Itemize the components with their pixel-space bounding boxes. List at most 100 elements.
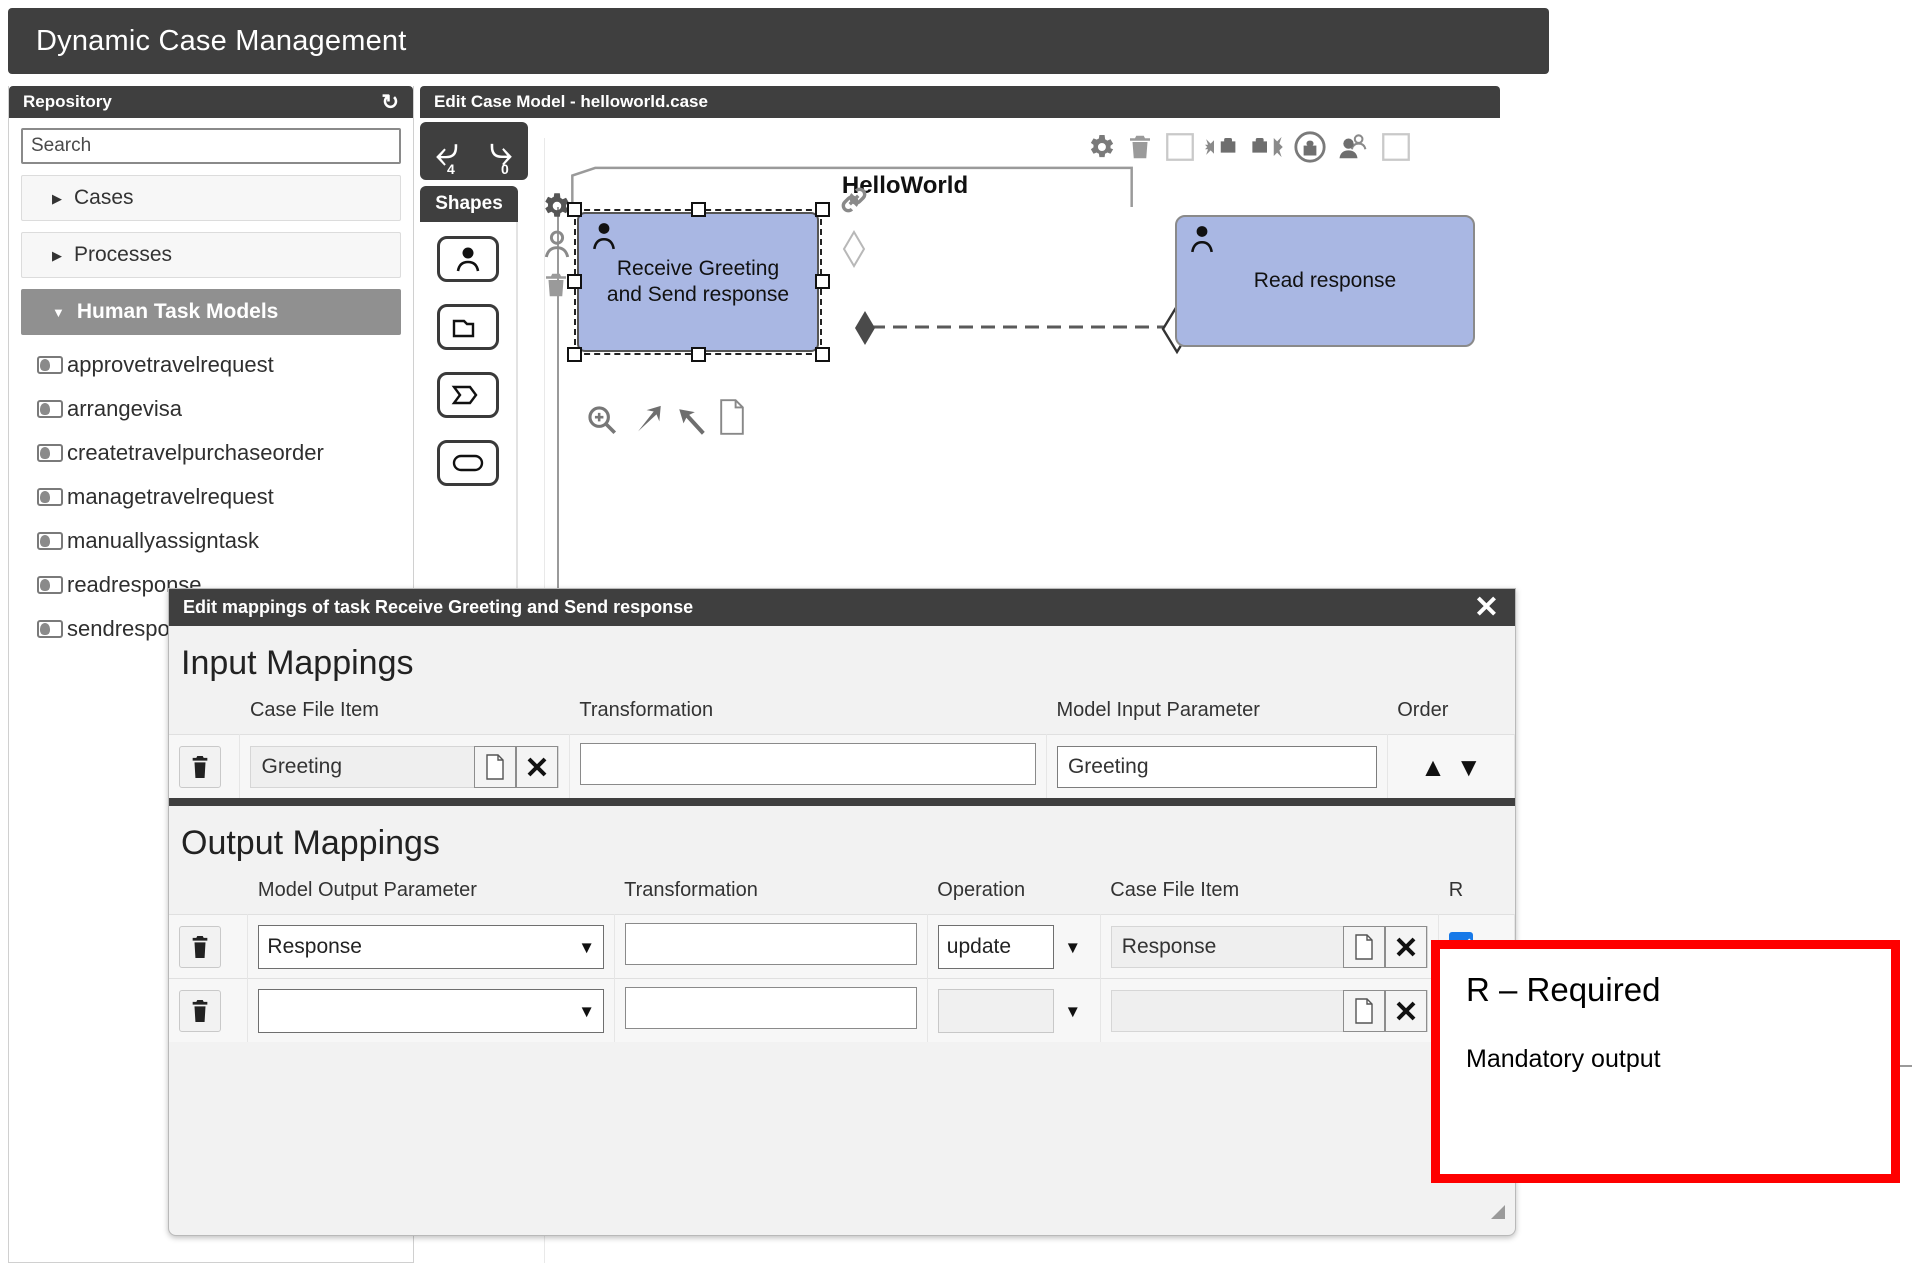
chevron-right-icon — [52, 249, 62, 262]
folder-icon — [452, 319, 475, 338]
list-item[interactable]: manuallyassigntask — [21, 519, 401, 563]
resize-handle-sw[interactable] — [567, 347, 582, 362]
model-output-parameter-select[interactable] — [258, 988, 604, 1033]
col-case-file-item: Case File Item — [1100, 873, 1439, 915]
chevron-right-icon — [52, 192, 62, 205]
delete-row-button[interactable] — [179, 925, 221, 968]
palette-stage-shape[interactable] — [437, 440, 499, 486]
selected-arrow-in-icon[interactable] — [675, 405, 709, 444]
connector-line — [871, 325, 1171, 329]
section-divider — [169, 798, 1515, 806]
trash-icon[interactable] — [1125, 131, 1155, 163]
cell-delete — [169, 914, 249, 979]
model-input-parameter-input[interactable] — [1056, 745, 1377, 788]
resize-handle-n[interactable] — [691, 202, 706, 217]
col-model-input-parameter: Model Input Parameter — [1046, 693, 1388, 735]
dialog-titlebar[interactable]: Edit mappings of task Receive Greeting a… — [169, 589, 1515, 626]
cell-delete — [169, 734, 241, 798]
task-label: Receive Greeting and Send response — [606, 256, 790, 306]
chevron-up-icon[interactable]: ▲​ — [1420, 754, 1446, 780]
repository-body: Cases Processes Human Task Models approv… — [9, 118, 413, 651]
selected-link-icon[interactable] — [837, 183, 871, 222]
cell-case-file-item: Response — [1100, 914, 1440, 979]
transformation-input[interactable] — [579, 743, 1036, 785]
blank-square-icon[interactable] — [1163, 130, 1197, 164]
human-task-icon — [37, 488, 63, 506]
refresh-icon[interactable]: ↻ — [381, 92, 399, 113]
list-item[interactable]: arrangevisa — [21, 387, 401, 431]
selected-person-icon[interactable] — [541, 229, 573, 266]
tab-shapes[interactable]: Shapes — [420, 186, 518, 222]
case-file-item-field: Greeting — [250, 745, 559, 788]
human-task-icon — [591, 222, 617, 255]
palette-case-file-item-shape[interactable] — [437, 304, 499, 350]
task-read-response[interactable]: Read response — [1175, 215, 1475, 347]
delete-row-button[interactable] — [179, 745, 221, 788]
tree-node-cases[interactable]: Cases — [21, 175, 401, 221]
resize-handle-s[interactable] — [691, 347, 706, 362]
case-file-item-value: Response — [1121, 934, 1217, 958]
resize-handle-se[interactable] — [815, 347, 830, 362]
cell-case-file-item: Greeting — [239, 734, 570, 798]
list-item[interactable]: managetravelrequest — [21, 475, 401, 519]
x-icon[interactable] — [1385, 925, 1428, 968]
transformation-input[interactable] — [624, 923, 917, 965]
resize-handle-ne[interactable] — [815, 202, 830, 217]
repository-header: Repository ↻ — [9, 86, 413, 118]
model-output-parameter-select[interactable]: Response — [258, 924, 604, 969]
selected-zoom-in-icon[interactable] — [585, 403, 619, 442]
table-row: Greeting — [169, 734, 1516, 798]
x-icon[interactable] — [1385, 989, 1428, 1032]
human-task-icon — [1189, 225, 1215, 258]
resize-handle-nw[interactable] — [567, 202, 582, 217]
lock-circle-icon[interactable] — [1293, 130, 1327, 164]
operation-select[interactable] — [937, 988, 1054, 1033]
blank-square-2-icon[interactable] — [1379, 130, 1413, 164]
gear-icon[interactable] — [1085, 131, 1117, 163]
task-receive-greeting[interactable]: Receive Greeting and Send response — [577, 212, 819, 352]
search-input[interactable] — [21, 128, 401, 164]
users-icon[interactable] — [1335, 131, 1371, 163]
undo-redo-bar: ⤶ 4 ⤷ 0 — [420, 122, 528, 180]
resize-grip-icon[interactable] — [1485, 1199, 1507, 1227]
undo-arrow-icon[interactable]: ⤶ 4 — [435, 130, 459, 177]
document-icon[interactable] — [1343, 989, 1386, 1032]
palette-human-task-shape[interactable] — [437, 236, 499, 282]
resize-handle-w[interactable] — [567, 274, 582, 289]
selected-arrow-out-icon[interactable] — [631, 403, 665, 442]
redo-arrow-icon[interactable]: ⤷ 0 — [489, 130, 513, 177]
output-mappings-heading: Output Mappings — [181, 824, 440, 862]
document-icon[interactable] — [473, 745, 516, 788]
close-icon[interactable]: ✕ — [1474, 592, 1499, 623]
delete-row-button[interactable] — [179, 989, 221, 1032]
cell-model-input-parameter — [1046, 734, 1388, 798]
resize-handle-e[interactable] — [815, 274, 830, 289]
case-plan-title: HelloWorld — [841, 172, 969, 199]
palette-milestone-shape[interactable] — [437, 372, 499, 418]
operation-select[interactable]: update — [937, 924, 1054, 969]
list-item[interactable]: createtravelpurchaseorder — [21, 431, 401, 475]
exit-criterion-diamond-icon[interactable] — [841, 229, 867, 274]
tree-node-human-task-models[interactable]: Human Task Models — [21, 289, 401, 335]
case-plan-toolbar — [1085, 130, 1413, 164]
tree-node-label: Human Task Models — [76, 300, 279, 323]
selected-document-icon[interactable] — [717, 399, 747, 440]
col-spacer — [169, 693, 240, 735]
transformation-input[interactable] — [624, 987, 917, 1029]
milestone-icon — [451, 385, 478, 405]
output-mappings-section: Output Mappings Model Output Parameter T… — [169, 806, 1515, 1042]
person-icon — [456, 247, 480, 272]
cell-operation — [927, 978, 1101, 1042]
tree-node-processes[interactable]: Processes — [21, 232, 401, 278]
list-item[interactable]: approvetravelrequest — [21, 343, 401, 387]
document-icon[interactable] — [1343, 925, 1386, 968]
x-icon[interactable] — [515, 745, 558, 788]
chevron-down-icon[interactable]: ▼​ — [1456, 754, 1482, 780]
human-task-icon — [37, 356, 63, 374]
annotation-callout: R – Required Mandatory output — [1431, 940, 1900, 1183]
input-mappings-section: Input Mappings Case File Item Transforma… — [169, 626, 1516, 798]
expand-case-icon[interactable] — [1249, 131, 1285, 163]
human-task-icon — [37, 400, 63, 418]
human-task-icon — [37, 620, 63, 638]
collapse-case-icon[interactable] — [1205, 131, 1241, 163]
